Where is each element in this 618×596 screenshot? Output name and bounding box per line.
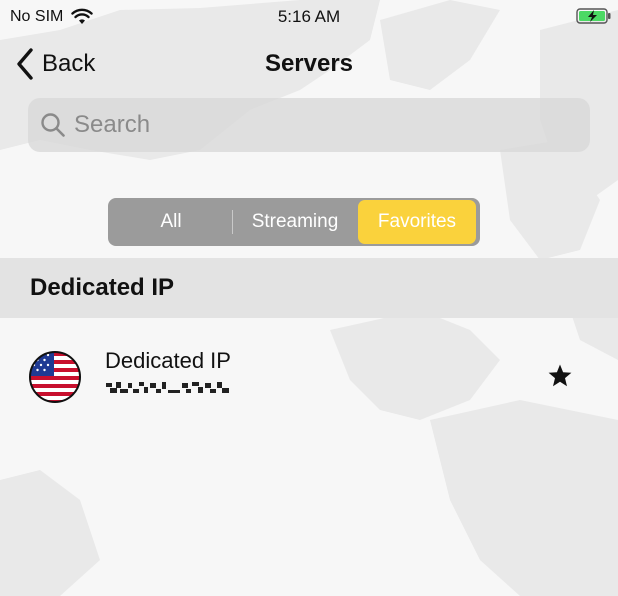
us-flag-icon [29, 351, 81, 403]
server-name: Dedicated IP [105, 348, 231, 373]
page-title: Servers [264, 50, 354, 77]
segment-all[interactable]: All [110, 200, 232, 244]
segment-streaming[interactable]: Streaming [232, 200, 358, 244]
server-row[interactable]: Dedicated IP [0, 338, 618, 414]
obscured-ip-address [106, 382, 229, 393]
section-header-dedicated-ip: Dedicated IP [0, 258, 618, 318]
search-input[interactable] [74, 111, 574, 139]
search-icon [41, 113, 65, 137]
battery-charging-icon [576, 8, 611, 24]
segment-favorites[interactable]: Favorites [358, 200, 476, 244]
server-filter-segmented-control: All Streaming Favorites [108, 198, 480, 246]
favorite-star-icon[interactable] [546, 362, 574, 390]
section-title: Dedicated IP [30, 274, 175, 301]
status-time: 5:16 AM [277, 7, 341, 26]
search-bar[interactable] [28, 98, 590, 152]
